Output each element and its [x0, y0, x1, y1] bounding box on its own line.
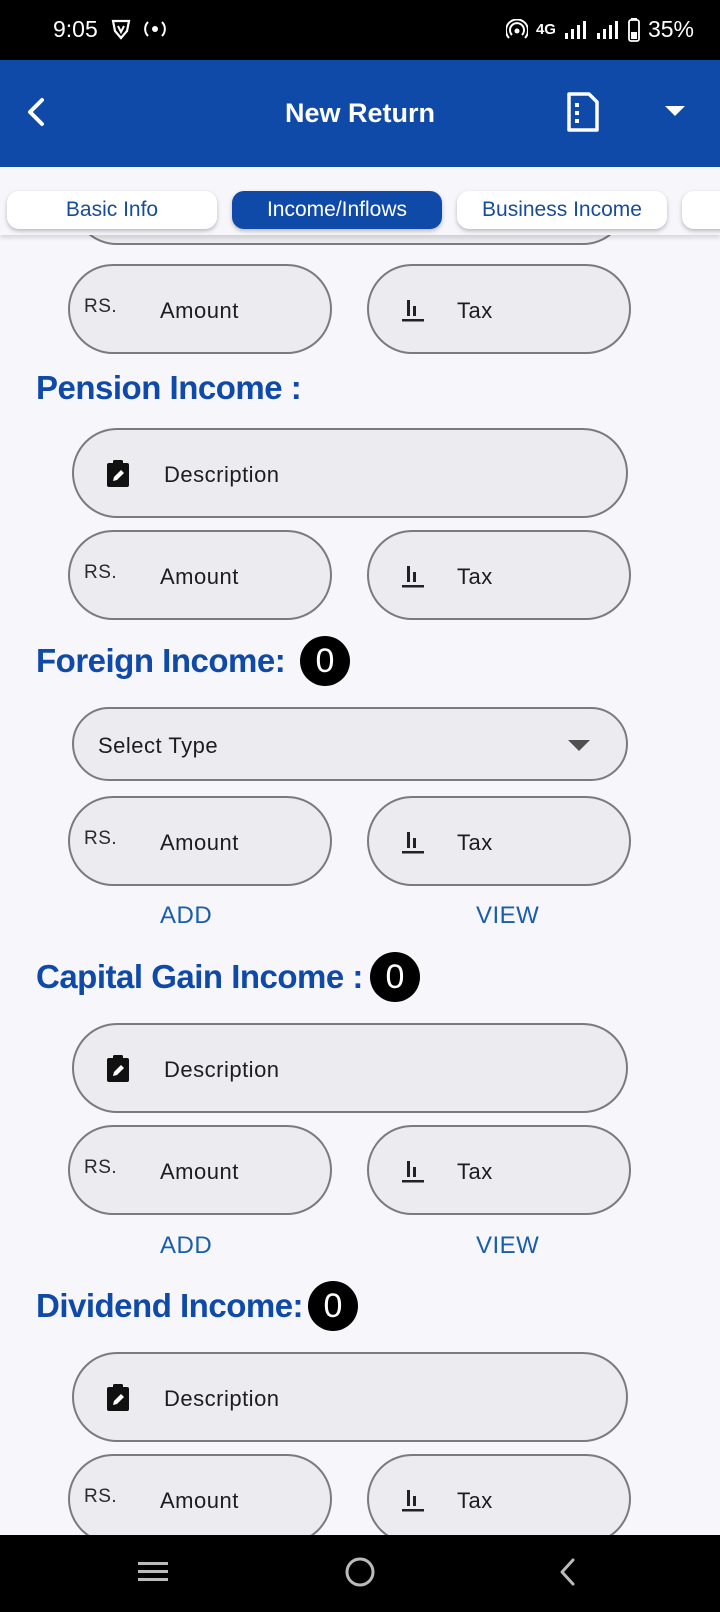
- pension-amount-field[interactable]: RS. Amount: [68, 530, 332, 620]
- description-label: Description: [164, 1057, 280, 1082]
- capital-gain-description-field[interactable]: Description: [72, 1023, 628, 1113]
- tax-label: Tax: [457, 298, 493, 323]
- amount-label: Amount: [160, 298, 239, 323]
- system-nav-bar: [0, 1535, 720, 1612]
- amount-label: Amount: [160, 830, 239, 855]
- app-bar: New Return: [0, 60, 720, 167]
- home-icon[interactable]: [343, 1555, 377, 1589]
- currency-prefix: RS.: [84, 562, 118, 583]
- dividend-tax-field[interactable]: Tax: [367, 1454, 631, 1535]
- tax-field[interactable]: Tax: [367, 264, 631, 354]
- description-label: Description: [164, 462, 280, 487]
- capital-gain-amount-field[interactable]: RS. Amount: [68, 1125, 332, 1215]
- foreign-income-title: Foreign Income:: [36, 642, 286, 679]
- document-button[interactable]: [563, 90, 603, 134]
- capital-gain-add-button[interactable]: ADD: [160, 1232, 212, 1260]
- currency-prefix: RS.: [84, 1157, 118, 1178]
- chevron-down-icon: [568, 740, 590, 751]
- document-icon: [567, 92, 599, 132]
- network-type: 4G: [535, 21, 556, 38]
- amount-label: Amount: [160, 564, 239, 589]
- tab-business-income[interactable]: Business Income: [457, 191, 667, 229]
- dividend-count-badge: 0: [308, 1281, 358, 1331]
- pension-tax-field[interactable]: Tax: [367, 530, 631, 620]
- tax-chart-icon: [402, 300, 424, 322]
- tax-label: Tax: [457, 1159, 493, 1184]
- clipboard-edit-icon: [107, 1055, 129, 1082]
- foreign-add-button[interactable]: ADD: [160, 902, 212, 930]
- pension-description-field[interactable]: Description: [72, 428, 628, 518]
- currency-prefix: RS.: [84, 296, 118, 317]
- dividend-income-title: Dividend Income:: [36, 1287, 304, 1324]
- foreign-type-select[interactable]: Select Type: [72, 707, 628, 781]
- vpn-shield-icon: [111, 19, 131, 40]
- tab-strip: Basic Info Income/Inflows Business Incom…: [0, 167, 720, 235]
- signal-icon-2: [596, 20, 618, 39]
- hotspot-icon: [505, 18, 528, 39]
- recent-apps-icon[interactable]: [136, 1555, 170, 1589]
- currency-prefix: RS.: [84, 828, 118, 849]
- tax-chart-icon: [402, 1490, 424, 1512]
- tax-label: Tax: [457, 830, 493, 855]
- tab-income-inflows[interactable]: Income/Inflows: [232, 191, 442, 229]
- foreign-view-button[interactable]: VIEW: [476, 902, 539, 930]
- form-content[interactable]: RS. Amount Tax Pension Income : Descript…: [0, 235, 720, 1535]
- status-bar: 9:05 4G 35%: [0, 0, 720, 60]
- foreign-tax-field[interactable]: Tax: [367, 796, 631, 886]
- capital-gain-income-title: Capital Gain Income :: [36, 958, 363, 995]
- foreign-income-count-badge: 0: [300, 636, 350, 686]
- tax-chart-icon: [402, 832, 424, 854]
- dividend-description-field[interactable]: Description: [72, 1352, 628, 1442]
- options-dropdown-button[interactable]: [660, 100, 690, 124]
- capital-gain-count-badge: 0: [370, 952, 420, 1002]
- battery-icon: [628, 17, 640, 42]
- tab-basic-info[interactable]: Basic Info: [7, 191, 217, 229]
- page-title: New Return: [284, 98, 436, 128]
- amount-label: Amount: [160, 1159, 239, 1184]
- dropdown-arrow-icon: [665, 106, 685, 116]
- status-time: 9:05: [53, 16, 98, 42]
- tax-chart-icon: [402, 566, 424, 588]
- tab-next[interactable]: [682, 191, 720, 229]
- foreign-amount-field[interactable]: RS. Amount: [68, 796, 332, 886]
- select-type-label: Select Type: [98, 733, 219, 758]
- currency-prefix: RS.: [84, 1486, 118, 1507]
- battery-level: 35%: [647, 16, 694, 42]
- tax-chart-icon: [402, 1161, 424, 1183]
- tax-label: Tax: [457, 564, 493, 589]
- description-field-partial[interactable]: [72, 235, 628, 245]
- signal-icon: [564, 20, 586, 39]
- capital-gain-tax-field[interactable]: Tax: [367, 1125, 631, 1215]
- tax-label: Tax: [457, 1488, 493, 1513]
- wifi-calling-icon: [144, 21, 166, 37]
- clipboard-edit-icon: [107, 1384, 129, 1411]
- description-label: Description: [164, 1386, 280, 1411]
- amount-field[interactable]: RS. Amount: [68, 264, 332, 354]
- clipboard-edit-icon: [107, 460, 129, 487]
- amount-label: Amount: [160, 1488, 239, 1513]
- dividend-amount-field[interactable]: RS. Amount: [68, 1454, 332, 1535]
- back-nav-icon[interactable]: [552, 1555, 586, 1589]
- pension-income-title: Pension Income :: [36, 369, 302, 406]
- capital-gain-view-button[interactable]: VIEW: [476, 1232, 539, 1260]
